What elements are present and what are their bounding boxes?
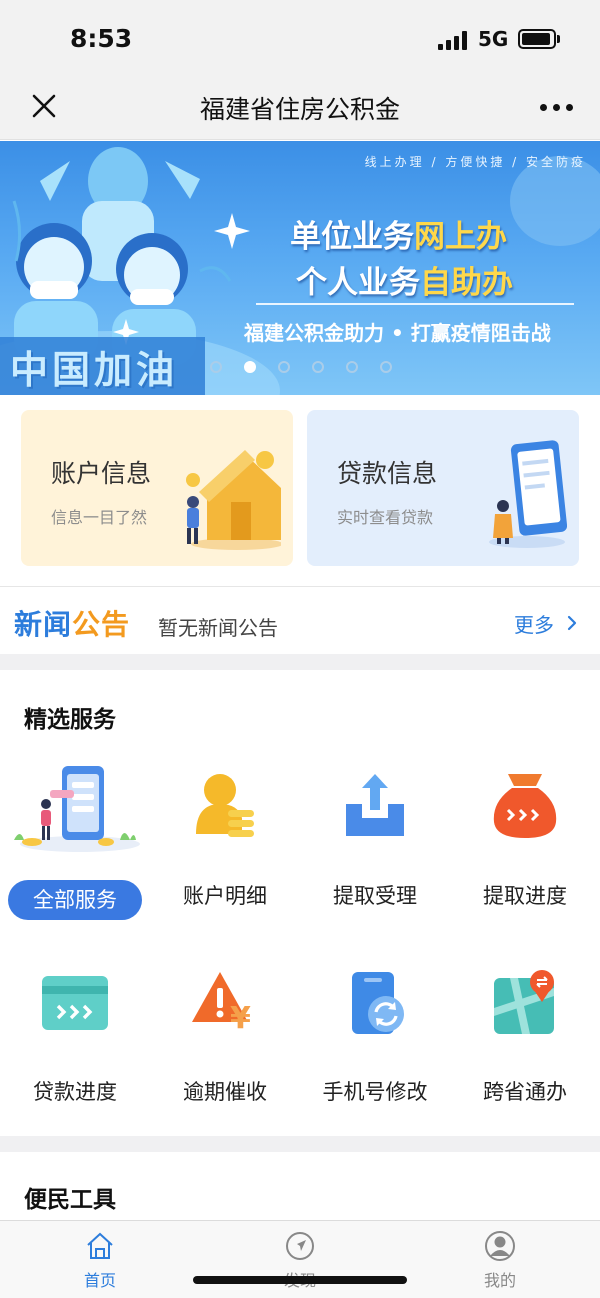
house-illustration-icon xyxy=(186,450,281,550)
news-logo: 新闻公告 xyxy=(14,608,131,641)
service-label: 提取受理 xyxy=(333,884,417,908)
service-label: 跨省通办 xyxy=(483,1080,567,1104)
phone-refresh-icon xyxy=(352,972,404,1034)
carousel-dot[interactable] xyxy=(210,361,222,373)
banner-headline-1: 单位业务网上办 xyxy=(290,219,507,255)
svg-text:¥: ¥ xyxy=(230,1001,251,1036)
news-text: 暂无新闻公告 xyxy=(158,616,278,640)
section-divider xyxy=(0,654,600,670)
news-announcement-bar[interactable]: 新闻公告 暂无新闻公告 更多 xyxy=(0,586,600,654)
phone-illustration-icon xyxy=(489,440,567,548)
promo-banner[interactable]: 线上办理 / 方便快捷 / 安全防疫 单位业务网上办 个人业务自助办 福建公积金… xyxy=(0,141,600,395)
tab-me[interactable]: 我的 xyxy=(400,1221,600,1298)
user-icon xyxy=(485,1231,515,1261)
chevron-right-icon[interactable] xyxy=(566,615,578,631)
loan-info-card[interactable]: 贷款信息 实时查看贷款 xyxy=(307,410,579,566)
all-services-illustration-icon xyxy=(14,766,140,852)
loan-card-title: 贷款信息 xyxy=(337,459,438,488)
service-label: 提取进度 xyxy=(483,884,567,908)
carousel-dot[interactable] xyxy=(278,361,290,373)
nav-bar: 福建省住房公积金 xyxy=(0,76,600,140)
service-label: 账户明细 xyxy=(183,884,267,908)
account-info-card[interactable]: 账户信息 信息一目了然 xyxy=(21,410,293,566)
loan-card-subtitle: 实时查看贷款 xyxy=(337,508,434,527)
tab-home[interactable]: 首页 xyxy=(0,1221,200,1298)
status-time: 8:53 xyxy=(70,24,133,53)
page-title: 福建省住房公积金 xyxy=(199,95,400,124)
home-indicator xyxy=(193,1276,407,1284)
bottom-tab-bar: 首页 发现 我的 xyxy=(0,1220,600,1298)
banner-slogan: 福建公积金助力 • 打赢疫情阻击战 xyxy=(244,321,551,345)
tools-title: 便民工具 xyxy=(24,1187,116,1213)
banner-tagline: 线上办理 / 方便快捷 / 安全防疫 xyxy=(364,155,586,169)
account-detail-icon xyxy=(196,774,254,837)
progress-bag-icon xyxy=(493,774,557,838)
service-label: 手机号修改 xyxy=(322,1080,428,1104)
battery-icon xyxy=(518,29,556,49)
card-progress-icon xyxy=(42,976,108,1030)
compass-icon xyxy=(286,1232,314,1260)
more-icon[interactable] xyxy=(540,104,574,112)
signal-icon xyxy=(438,30,468,50)
account-card-title: 账户信息 xyxy=(51,459,152,488)
upload-icon xyxy=(346,774,404,836)
service-label: 贷款进度 xyxy=(33,1080,117,1104)
banner-headline-2: 个人业务自助办 xyxy=(296,265,513,301)
home-icon xyxy=(87,1232,113,1259)
carousel-dot[interactable] xyxy=(312,361,324,373)
warning-yen-icon: ¥ xyxy=(192,972,251,1036)
news-more-link[interactable]: 更多 xyxy=(514,609,554,638)
tab-discover[interactable]: 发现 xyxy=(200,1221,400,1298)
network-label: 5G xyxy=(478,27,509,51)
carousel-dot[interactable] xyxy=(380,361,392,373)
tab-label: 我的 xyxy=(483,1271,516,1290)
carousel-dot[interactable] xyxy=(244,361,256,373)
service-label: 逾期催收 xyxy=(183,1080,267,1104)
tab-label: 首页 xyxy=(83,1271,116,1290)
banner-divider xyxy=(256,303,574,305)
section-divider xyxy=(0,1136,600,1152)
status-bar: 8:53 5G xyxy=(0,0,600,76)
account-card-subtitle: 信息一目了然 xyxy=(51,508,148,527)
banner-cheer-text: 中国加油 xyxy=(10,348,179,392)
map-icon xyxy=(494,970,554,1034)
carousel-dot[interactable] xyxy=(346,361,358,373)
all-services-button[interactable]: 全部服务 xyxy=(8,880,142,920)
services-title: 精选服务 xyxy=(24,707,116,733)
